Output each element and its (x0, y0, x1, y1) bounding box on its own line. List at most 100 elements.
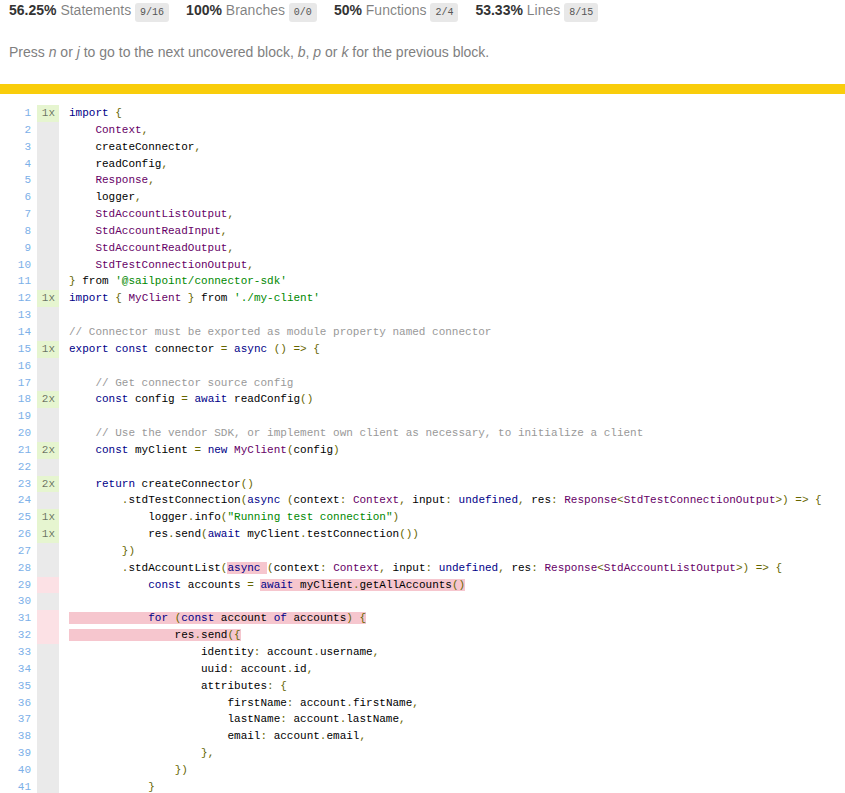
code-line: // Connector must be exported as module … (69, 324, 491, 341)
line-coverage-count (37, 711, 59, 728)
line-number[interactable]: 28 (0, 560, 31, 577)
line-number[interactable]: 7 (0, 206, 31, 223)
code-row: 39 }, (0, 745, 822, 762)
line-number[interactable]: 18 (0, 391, 31, 408)
line-number[interactable]: 23 (0, 476, 31, 493)
line-number[interactable]: 1 (0, 105, 31, 122)
line-number[interactable]: 38 (0, 728, 31, 745)
line-coverage-count: 2x (37, 476, 59, 493)
line-coverage-count (37, 661, 59, 678)
code-row: 9 StdAccountReadOutput, (0, 240, 822, 257)
line-number[interactable]: 13 (0, 307, 31, 324)
line-coverage-count: 1x (37, 509, 59, 526)
code-line: }, (69, 745, 214, 762)
line-number[interactable]: 14 (0, 324, 31, 341)
line-number[interactable]: 8 (0, 223, 31, 240)
line-number[interactable]: 17 (0, 375, 31, 392)
line-coverage-count (37, 577, 59, 594)
line-coverage-count (37, 324, 59, 341)
code-line: uuid: account.id, (69, 661, 313, 678)
code-row: 8 StdAccountReadInput, (0, 223, 822, 240)
code-row: 182x const config = await readConfig() (0, 391, 822, 408)
line-coverage-count (37, 172, 59, 189)
code-line: logger, (69, 189, 142, 206)
line-number[interactable]: 31 (0, 610, 31, 627)
hint-text: to go to the next uncovered block, (80, 44, 298, 60)
metric-fraction: 2/4 (430, 3, 458, 22)
code-row: 151xexport const connector = async () =>… (0, 341, 822, 358)
code-row: 37 lastName: account.lastName, (0, 711, 822, 728)
line-coverage-count (37, 762, 59, 779)
line-number[interactable]: 27 (0, 543, 31, 560)
line-number[interactable]: 3 (0, 139, 31, 156)
metric-label: Functions (366, 2, 427, 18)
line-number[interactable]: 15 (0, 341, 31, 358)
code-line: import { (69, 105, 122, 122)
line-number[interactable]: 39 (0, 745, 31, 762)
line-coverage-count (37, 627, 59, 644)
shortcut-key: p (313, 44, 321, 60)
code-line: .stdTestConnection(async (context: Conte… (69, 492, 822, 509)
line-number[interactable]: 40 (0, 762, 31, 779)
line-number[interactable]: 9 (0, 240, 31, 257)
line-number[interactable]: 6 (0, 189, 31, 206)
line-number[interactable]: 10 (0, 257, 31, 274)
code-line: const config = await readConfig() (69, 391, 313, 408)
code-line: firstName: account.firstName, (69, 695, 419, 712)
code-line: const myClient = new MyClient(config) (69, 442, 340, 459)
code-line: const accounts = await myClient.getAllAc… (69, 577, 465, 594)
line-number[interactable]: 5 (0, 172, 31, 189)
metric-statements: 56.25% Statements 9/16 (9, 2, 169, 18)
line-number[interactable]: 11 (0, 273, 31, 290)
keyboard-hint: Press n or j to go to the next uncovered… (9, 42, 489, 62)
code-line: readConfig, (69, 156, 168, 173)
line-coverage-count (37, 240, 59, 257)
line-coverage-count (37, 745, 59, 762)
line-coverage-count (37, 492, 59, 509)
line-number[interactable]: 41 (0, 779, 31, 793)
line-coverage-count (37, 644, 59, 661)
line-number[interactable]: 24 (0, 492, 31, 509)
line-number[interactable]: 20 (0, 425, 31, 442)
line-number[interactable]: 34 (0, 661, 31, 678)
line-number[interactable]: 37 (0, 711, 31, 728)
line-coverage-count: 1x (37, 290, 59, 307)
line-number[interactable]: 2 (0, 122, 31, 139)
line-number[interactable]: 33 (0, 644, 31, 661)
line-number[interactable]: 26 (0, 526, 31, 543)
coverage-report-page: { "metrics": [ {"pct": "56.25%", "label"… (0, 0, 845, 793)
line-number[interactable]: 19 (0, 408, 31, 425)
line-coverage-count (37, 307, 59, 324)
line-coverage-count (37, 206, 59, 223)
code-row: 34 uuid: account.id, (0, 661, 822, 678)
code-row: 33 identity: account.username, (0, 644, 822, 661)
code-row: 27 }) (0, 543, 822, 560)
line-number[interactable]: 30 (0, 593, 31, 610)
metric-lines: 53.33% Lines 8/15 (475, 2, 598, 18)
code-line: logger.info("Running test connection") (69, 509, 399, 526)
line-number[interactable]: 4 (0, 156, 31, 173)
line-coverage-count (37, 425, 59, 442)
code-row: 32 res.send({ (0, 627, 822, 644)
line-number[interactable]: 16 (0, 358, 31, 375)
metric-fraction: 8/15 (564, 3, 598, 22)
line-coverage-count (37, 408, 59, 425)
line-coverage-count (37, 156, 59, 173)
line-coverage-count (37, 543, 59, 560)
code-row: 20 // Use the vendor SDK, or implement o… (0, 425, 822, 442)
line-number[interactable]: 25 (0, 509, 31, 526)
line-number[interactable]: 36 (0, 695, 31, 712)
metric-value: 56.25% (9, 2, 60, 18)
line-number[interactable]: 32 (0, 627, 31, 644)
code-line: for (const account of accounts) { (69, 610, 366, 627)
line-number[interactable]: 35 (0, 678, 31, 695)
line-number[interactable]: 12 (0, 290, 31, 307)
code-row: 2 Context, (0, 122, 822, 139)
line-number[interactable]: 29 (0, 577, 31, 594)
line-number[interactable]: 22 (0, 459, 31, 476)
line-number[interactable]: 21 (0, 442, 31, 459)
code-line: StdAccountReadOutput, (69, 240, 234, 257)
hint-text: or (321, 44, 341, 60)
line-coverage-count (37, 223, 59, 240)
code-row: 7 StdAccountListOutput, (0, 206, 822, 223)
